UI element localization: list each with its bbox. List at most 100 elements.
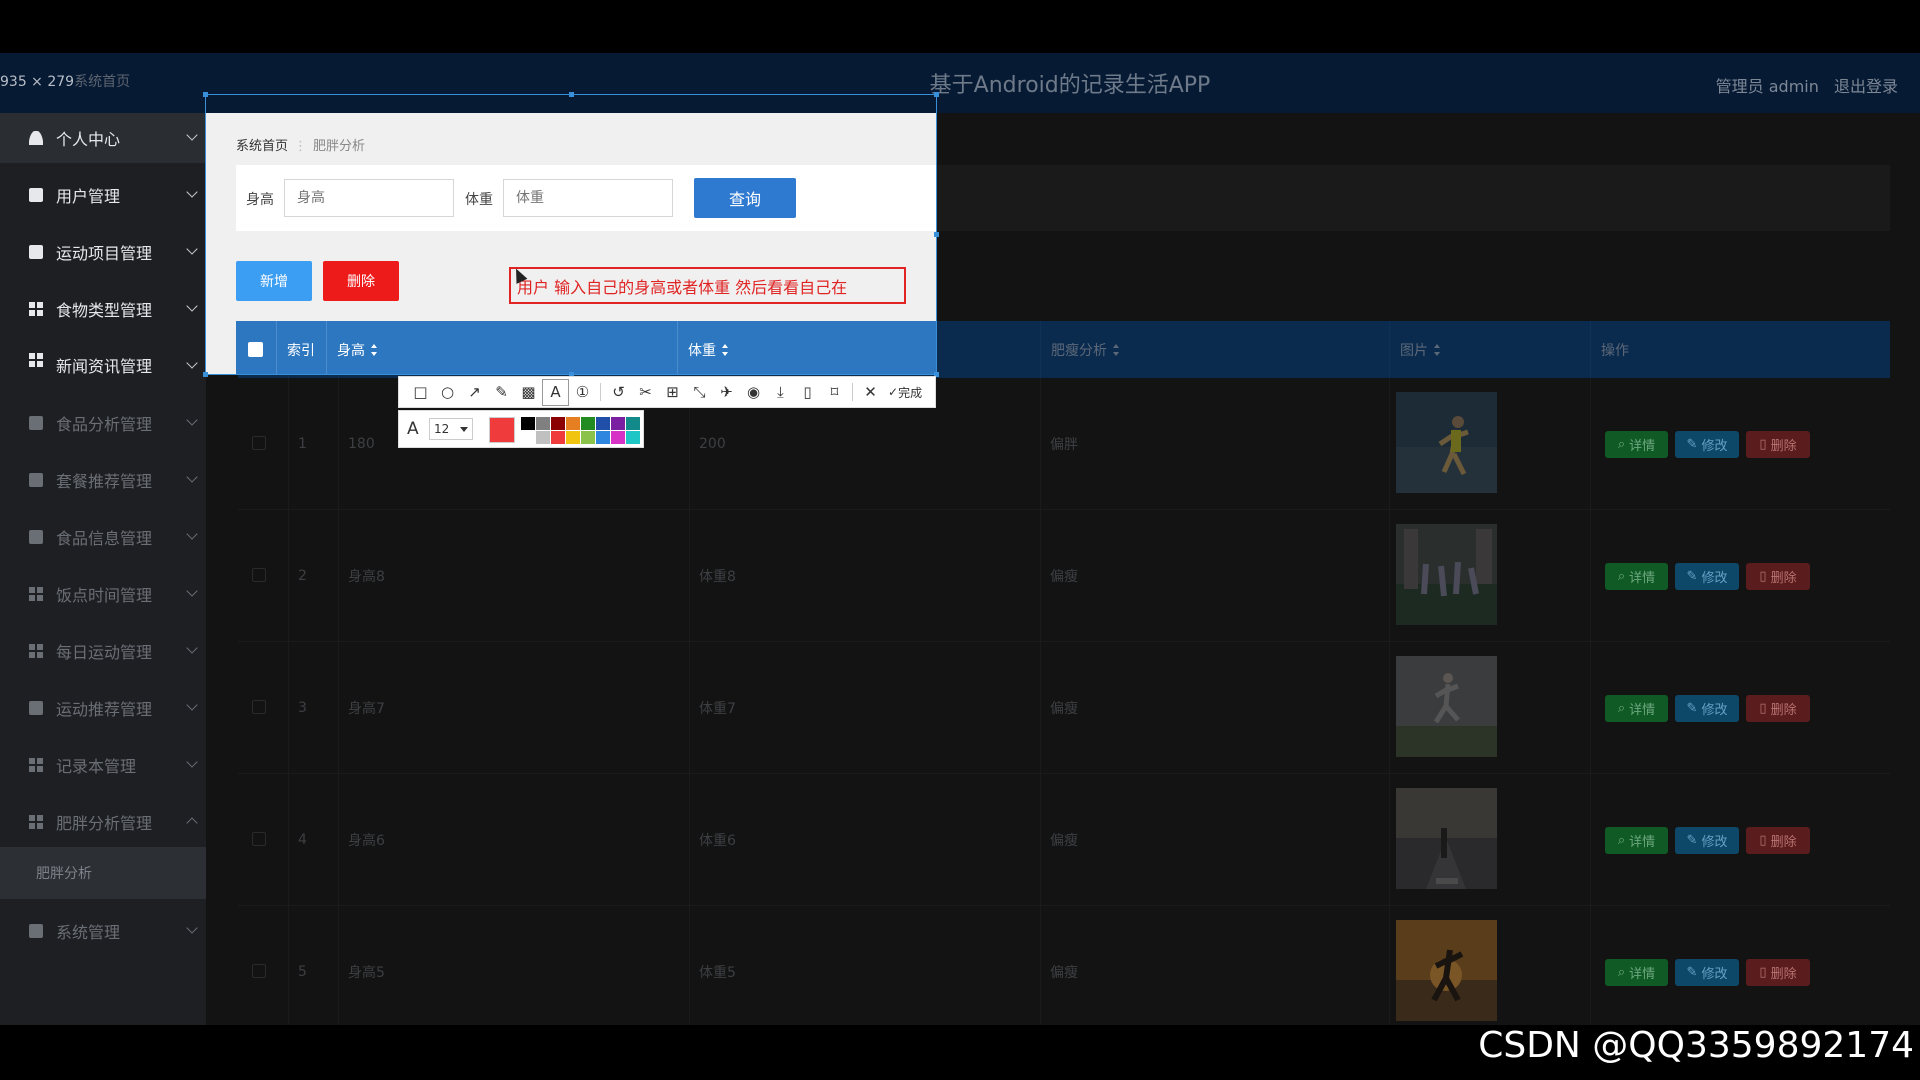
pin-icon[interactable]: ✈: [713, 379, 740, 406]
sidebar-item-meal-recommend[interactable]: 套餐推荐管理: [0, 455, 206, 505]
color-swatch[interactable]: [566, 417, 580, 430]
delete-row-button[interactable]: ▯ 删除: [1746, 563, 1810, 590]
sidebar-item-food-info[interactable]: 食品信息管理: [0, 512, 206, 562]
undo-icon[interactable]: ↺: [605, 379, 632, 406]
sidebar-item-news[interactable]: 新闻资讯管理: [0, 341, 206, 375]
color-swatch[interactable]: [536, 417, 550, 430]
edit-button[interactable]: ✎ 修改: [1675, 563, 1739, 590]
sidebar-item-food-analysis[interactable]: 食品分析管理: [0, 398, 206, 448]
current-color-swatch[interactable]: [489, 417, 515, 443]
edit-button[interactable]: ✎ 修改: [1675, 827, 1739, 854]
ocr-icon[interactable]: ⊞: [659, 379, 686, 406]
view-button[interactable]: ⌕ 详情: [1605, 827, 1668, 854]
done-button[interactable]: ✓ 完成: [888, 384, 922, 401]
sidebar-item-sports-project[interactable]: 运动项目管理: [0, 227, 206, 277]
color-swatch[interactable]: [611, 417, 625, 430]
download-icon[interactable]: ⤓: [767, 379, 794, 406]
record-icon[interactable]: ◉: [740, 379, 767, 406]
weight-input[interactable]: [503, 179, 673, 217]
row-checkbox[interactable]: [252, 964, 266, 978]
capture-selection[interactable]: 系统首页 ⋮ 肥胖分析 身高 体重 查询 新增 删除 用户 输入自己的身高或者体重 …: [206, 113, 936, 374]
sidebar-item-sport-recommend[interactable]: 运动推荐管理: [0, 683, 206, 733]
submenu-item-obesity-analysis[interactable]: 肥胖分析: [0, 847, 206, 899]
close-icon[interactable]: ✕: [857, 379, 884, 406]
color-swatch[interactable]: [611, 431, 625, 444]
color-swatch[interactable]: [551, 417, 565, 430]
header-height[interactable]: 身高: [326, 321, 677, 374]
sidebar-item-daily-sport[interactable]: 每日运动管理: [0, 626, 206, 676]
clipboard-icon: [29, 245, 43, 259]
delete-row-button[interactable]: ▯ 删除: [1746, 431, 1810, 458]
bookmark-icon[interactable]: ⌑: [821, 379, 848, 406]
color-swatch[interactable]: [596, 417, 610, 430]
height-input[interactable]: [284, 179, 454, 217]
breadcrumb-home[interactable]: 系统首页: [236, 139, 288, 154]
mosaic-tool-icon[interactable]: ▩: [515, 379, 542, 406]
row-checkbox[interactable]: [252, 568, 266, 582]
sidebar-item-meal-time[interactable]: 饭点时间管理: [0, 569, 206, 619]
color-swatch[interactable]: [521, 431, 535, 444]
header-image[interactable]: 图片: [1389, 321, 1590, 378]
cell-analysis: 偏瘦: [1050, 569, 1078, 585]
font-size-select[interactable]: 12: [429, 418, 473, 440]
color-swatch[interactable]: [596, 431, 610, 444]
row-photo[interactable]: [1396, 920, 1497, 1021]
delete-row-button[interactable]: ▯ 删除: [1746, 959, 1810, 986]
color-swatch[interactable]: [566, 431, 580, 444]
edit-button[interactable]: ✎ 修改: [1675, 695, 1739, 722]
color-swatch[interactable]: [581, 417, 595, 430]
pen-tool-icon[interactable]: ✎: [488, 379, 515, 406]
row-photo[interactable]: [1396, 524, 1497, 625]
delete-button[interactable]: 删除: [323, 261, 399, 301]
annotation-text-box[interactable]: 用户 输入自己的身高或者体重 然后看看自己在: [509, 267, 906, 304]
color-swatch[interactable]: [551, 431, 565, 444]
color-swatch[interactable]: [536, 431, 550, 444]
color-swatch[interactable]: [521, 417, 535, 430]
scissors-icon[interactable]: ✂: [632, 379, 659, 406]
sidebar-item-label: 套餐推荐管理: [56, 472, 153, 491]
cell-weight: 体重5: [699, 965, 736, 981]
view-button[interactable]: ⌕ 详情: [1605, 695, 1668, 722]
view-button[interactable]: ⌕ 详情: [1605, 959, 1668, 986]
delete-row-button[interactable]: ▯ 删除: [1746, 695, 1810, 722]
sidebar-item-food-type[interactable]: 食物类型管理: [0, 284, 206, 334]
row-photo[interactable]: [1396, 392, 1497, 493]
rectangle-tool-icon[interactable]: □: [407, 379, 434, 406]
row-checkbox[interactable]: [252, 700, 266, 714]
color-swatch[interactable]: [626, 417, 640, 430]
trash-icon: ▯: [1759, 833, 1767, 848]
row-checkbox[interactable]: [252, 832, 266, 846]
text-tool-icon[interactable]: A: [542, 378, 569, 406]
add-button[interactable]: 新增: [236, 261, 312, 301]
view-button[interactable]: ⌕ 详情: [1605, 563, 1668, 590]
table-row: 3 身高7 体重7 偏瘦 ⌕ 详情 ✎ 修改 ▯ 删除: [238, 642, 1890, 774]
sort-icon: [1434, 343, 1441, 356]
header-analysis[interactable]: 肥瘦分析: [1040, 321, 1389, 378]
sidebar-item-notebook[interactable]: 记录本管理: [0, 740, 206, 790]
header-weight[interactable]: 体重: [677, 321, 936, 374]
row-checkbox[interactable]: [252, 436, 266, 450]
save-icon[interactable]: ▯: [794, 379, 821, 406]
header-index: 索引: [276, 321, 326, 374]
query-button[interactable]: 查询: [694, 178, 796, 218]
sidebar-item-obesity-analysis[interactable]: 肥胖分析管理: [0, 797, 206, 847]
color-swatch[interactable]: [626, 431, 640, 444]
color-swatch[interactable]: [581, 431, 595, 444]
edit-button[interactable]: ✎ 修改: [1675, 431, 1739, 458]
capture-toolbar: □ ○ ↗ ✎ ▩ A ① ↺ ✂ ⊞ ⤡ ✈ ◉ ⤓ ▯ ⌑ ✕ ✓ 完成: [398, 376, 936, 408]
view-button[interactable]: ⌕ 详情: [1605, 431, 1668, 458]
logout-link[interactable]: 退出登录: [1834, 77, 1898, 96]
sidebar-item-personal-center[interactable]: 个人中心: [0, 113, 206, 163]
number-tool-icon[interactable]: ①: [569, 379, 596, 406]
row-photo[interactable]: [1396, 656, 1497, 757]
sidebar-item-user-management[interactable]: 用户管理: [0, 170, 206, 220]
select-all-checkbox[interactable]: [248, 342, 263, 357]
sidebar-item-system[interactable]: 系统管理: [0, 906, 206, 956]
row-photo[interactable]: [1396, 788, 1497, 889]
arrow-tool-icon[interactable]: ↗: [461, 379, 488, 406]
delete-row-button[interactable]: ▯ 删除: [1746, 827, 1810, 854]
pencil-icon: ✎: [1686, 569, 1698, 584]
ellipse-tool-icon[interactable]: ○: [434, 379, 461, 406]
edit-button[interactable]: ✎ 修改: [1675, 959, 1739, 986]
long-screenshot-icon[interactable]: ⤡: [686, 379, 713, 406]
